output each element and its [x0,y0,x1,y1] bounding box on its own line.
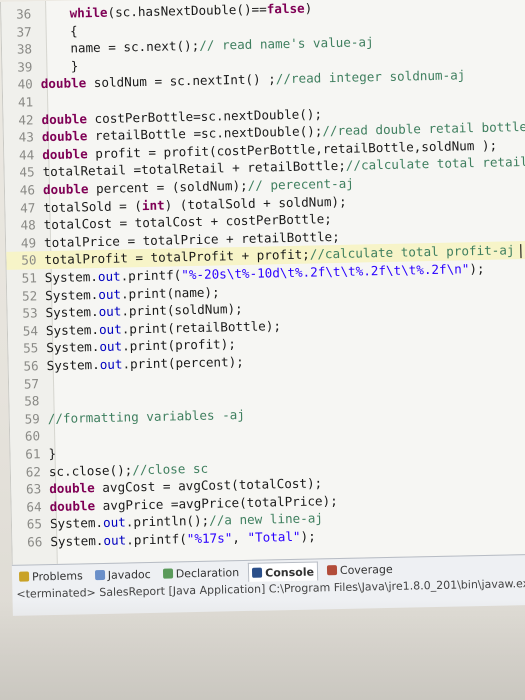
line-number: 66 [27,534,43,550]
line-number: 46 [19,182,36,198]
tab-label: Javadoc [107,567,151,582]
line-number: 49 [20,235,37,251]
code-text[interactable]: { [40,23,78,39]
line-number: 65 [26,516,43,532]
code-text[interactable]: } [40,58,79,74]
line-number: 64 [26,499,42,515]
line-number: 56 [23,358,39,374]
javadoc-icon [94,569,105,581]
line-number: 60 [24,428,41,444]
line-number: 47 [20,199,36,216]
tab-console[interactable]: Console [247,561,319,582]
tab-label: Problems [31,568,83,583]
tab-label: Console [265,565,315,580]
line-number: 39 [17,59,33,75]
line-number: 54 [22,323,39,339]
line-number: 38 [16,41,33,57]
code-text[interactable]: System.out.printf("%17s", "Total"); [50,529,316,550]
text-cursor [520,244,522,259]
line-number: 50 [21,252,37,269]
line-number: 52 [21,287,38,304]
code-text[interactable]: } [48,446,56,461]
line-number: 59 [24,411,40,427]
line-number: 57 [23,375,40,392]
line-number: 51 [21,270,37,286]
tab-javadoc[interactable]: Javadoc [92,565,154,584]
line-number: 55 [22,340,39,356]
line-number: 63 [25,481,42,497]
line-number: 58 [24,393,40,409]
line-number: 37 [16,23,32,40]
line-number: 62 [25,463,42,480]
console-icon [252,567,263,578]
line-number: 42 [18,111,34,128]
line-number: 41 [17,94,34,110]
code-text[interactable]: System.out.print(name); [45,284,220,303]
line-number: 36 [15,6,32,22]
photo-desk-area [0,600,525,700]
tab-coverage[interactable]: Coverage [324,560,396,579]
line-number: 61 [25,446,41,462]
tab-problems[interactable]: Problems [16,566,86,585]
ide-screen: 36 while(sc.hasNextDouble()==false) 37 {3… [0,0,525,700]
line-number: 43 [18,129,35,145]
tab-declaration[interactable]: Declaration [160,563,243,583]
code-editor[interactable]: 36 while(sc.hasNextDouble()==false) 37 {3… [0,0,525,565]
declaration-icon [162,568,173,579]
line-number: 44 [18,147,35,163]
code-text[interactable]: sc.close();//close sc [49,460,209,478]
problems-icon [18,571,30,582]
tab-label: Coverage [339,562,393,577]
coverage-icon [326,565,338,576]
code-text[interactable]: System.out.print(profit); [46,337,236,356]
tab-label: Declaration [175,565,240,580]
line-number: 40 [17,76,33,93]
line-number: 45 [19,164,35,181]
line-number: 53 [22,305,38,321]
code-lines: 36 while(sc.hasNextDouble()==false) 37 {3… [1,0,525,550]
line-number: 48 [20,217,36,233]
